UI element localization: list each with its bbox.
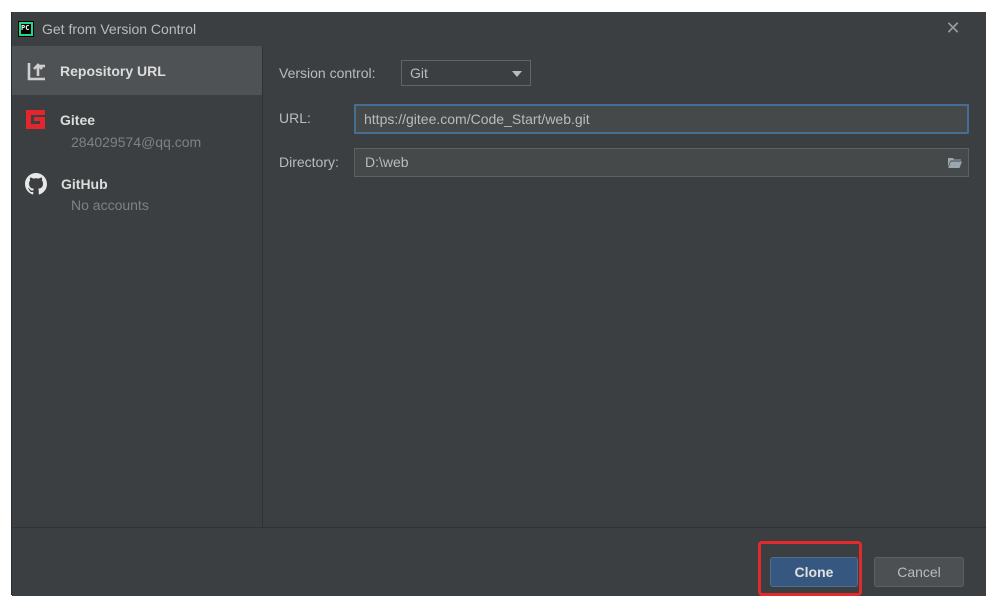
url-input[interactable]: https://gitee.com/Code_Start/web.git [354,104,969,134]
sidebar-item-repository-url[interactable]: Repository URL [12,46,262,95]
version-control-row: Version control: [279,65,376,81]
chevron-down-icon [512,71,522,77]
github-account-status: No accounts [71,197,149,213]
url-row: URL: [279,110,311,126]
version-control-value: Git [410,65,428,81]
version-control-select[interactable]: Git [401,60,531,86]
close-icon[interactable]: ✕ [944,19,962,37]
gitee-icon [26,110,45,129]
backdrop-left [0,0,11,595]
pycharm-app-icon: PC [18,21,34,37]
get-from-vcs-dialog: PC Get from Version Control ✕ Repository… [11,12,986,596]
backdrop [0,0,986,12]
repository-url-icon [27,62,45,80]
directory-value: D:\web [365,154,409,170]
clone-highlight-annotation [758,541,862,596]
version-control-label: Version control: [279,65,376,81]
sidebar: Repository URL Gitee 284029574@qq.com Gi… [12,46,263,527]
url-label: URL: [279,110,311,126]
directory-input[interactable]: D:\web [354,148,969,177]
title-bar: PC Get from Version Control ✕ [12,12,986,46]
folder-icon[interactable] [948,157,962,168]
github-icon [25,173,47,195]
gitee-account: 284029574@qq.com [71,134,202,150]
sidebar-item-label: Gitee [60,111,96,128]
sidebar-item-gitee[interactable]: Gitee 284029574@qq.com [12,95,262,165]
sidebar-item-label: Repository URL [60,62,166,79]
sidebar-item-label: GitHub [61,176,108,192]
directory-row: Directory: [279,154,339,170]
dialog-title: Get from Version Control [42,21,197,37]
repository-url-panel: Version control: Git URL: https://gitee.… [263,46,986,527]
directory-label: Directory: [279,154,339,170]
dialog-footer: Clone Cancel [12,527,986,596]
sidebar-item-github[interactable]: GitHub No accounts [12,165,262,235]
cancel-button[interactable]: Cancel [874,557,964,587]
